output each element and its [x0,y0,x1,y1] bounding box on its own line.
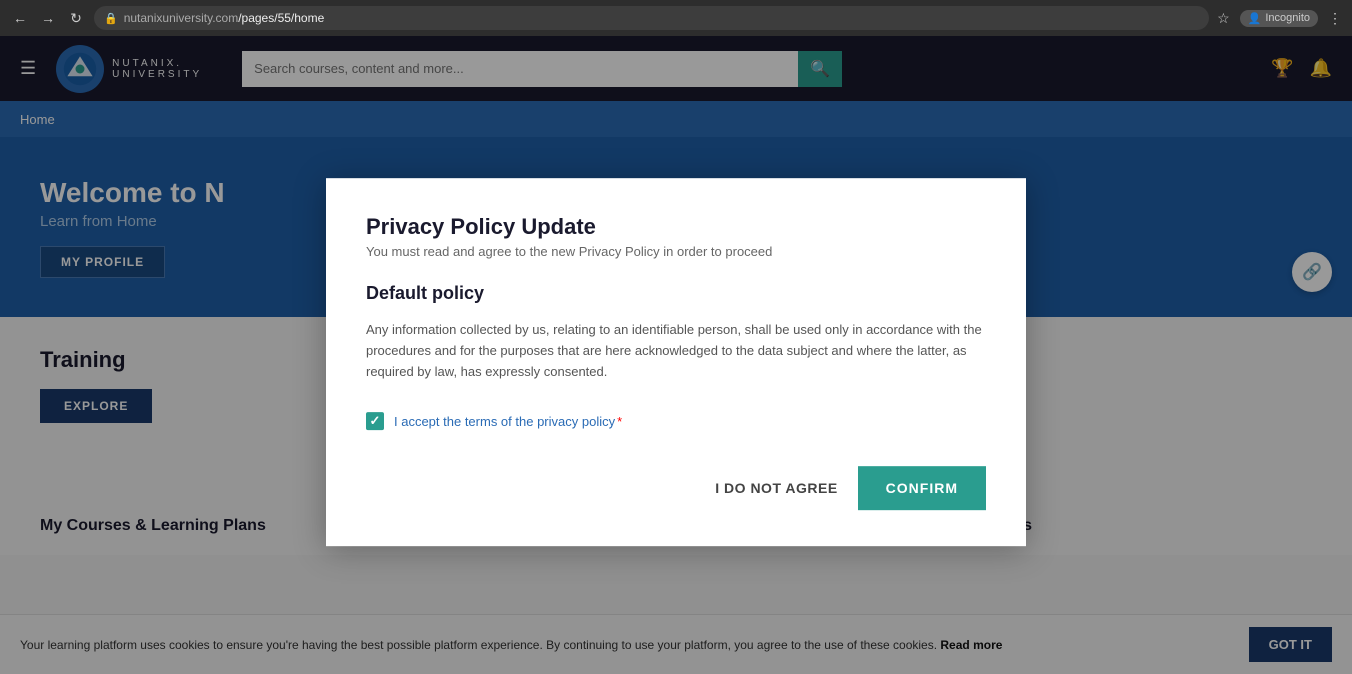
checkbox-label[interactable]: I accept the terms of the privacy policy… [394,414,622,429]
confirm-button[interactable]: CONFIRM [858,467,986,511]
incognito-badge: 👤 Incognito [1240,10,1318,27]
browser-url: nutanixuniversity.com/pages/55/home [124,11,325,25]
checkbox-row: I accept the terms of the privacy policy… [366,413,986,431]
accept-checkbox[interactable] [366,413,384,431]
modal-actions: I DO NOT AGREE CONFIRM [366,467,986,511]
refresh-button[interactable]: ↻ [66,8,86,28]
incognito-icon: 👤 [1248,12,1262,25]
policy-title: Default policy [366,283,986,304]
no-agree-button[interactable]: I DO NOT AGREE [715,481,837,497]
browser-bar: ← → ↻ 🔒 nutanixuniversity.com/pages/55/h… [0,0,1352,36]
forward-button[interactable]: → [38,8,58,28]
star-icon[interactable]: ☆ [1217,10,1230,27]
back-button[interactable]: ← [10,8,30,28]
modal-title: Privacy Policy Update [366,214,986,240]
lock-icon: 🔒 [104,12,118,25]
browser-actions: ☆ 👤 Incognito ⋮ [1217,10,1342,27]
required-star: * [617,414,622,429]
menu-dots-icon[interactable]: ⋮ [1328,10,1342,27]
website: ☰ NUTANIX. UNIVERSITY 🔍 🏆 🔔 Home [0,36,1352,674]
address-bar[interactable]: 🔒 nutanixuniversity.com/pages/55/home [94,6,1209,30]
policy-text: Any information collected by us, relatin… [366,320,986,382]
incognito-label: Incognito [1265,12,1310,24]
modal-subtitle: You must read and agree to the new Priva… [366,244,986,259]
privacy-policy-modal: Privacy Policy Update You must read and … [326,178,1026,546]
